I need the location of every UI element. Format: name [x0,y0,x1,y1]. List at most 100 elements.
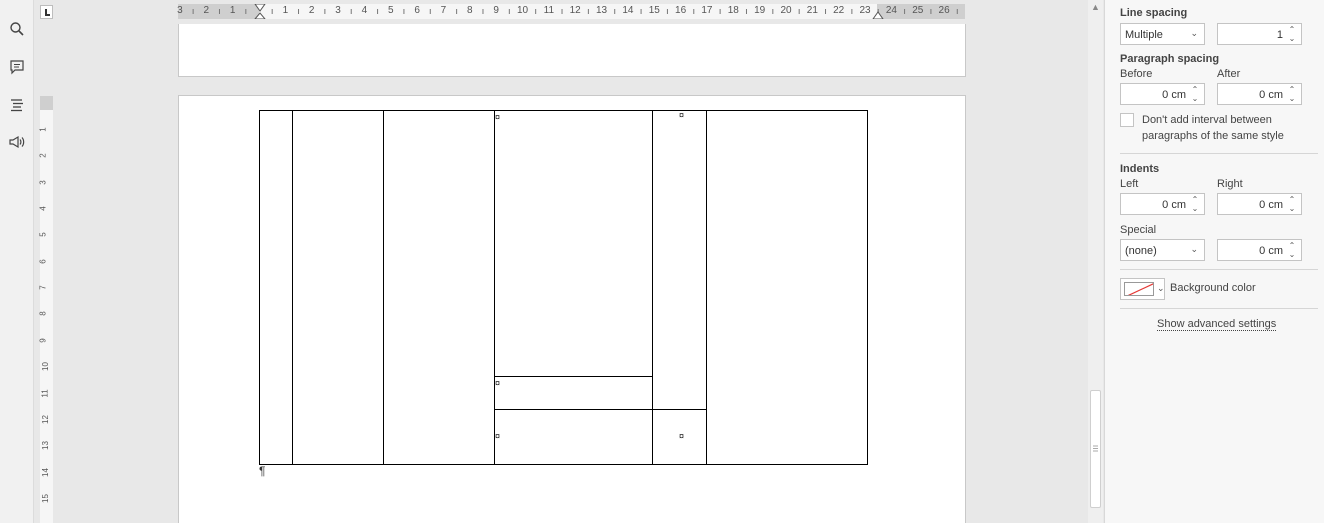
vertical-ruler-label: 5 [38,232,48,238]
table-column-line [292,111,293,464]
spinner-icon[interactable]: ⌃ ⌄ [1287,25,1297,43]
ruler-label: 7 [440,5,447,16]
divider [1120,308,1318,309]
scrollbar-thumb[interactable] [1090,390,1101,508]
ruler-label: 14 [622,5,634,16]
special-indent-value: (none) [1125,245,1157,257]
ruler-label: 2 [308,5,315,16]
line-spacing-value-input[interactable]: 1 ⌃ ⌄ [1217,23,1302,45]
cell-end-marker: ¤ [495,112,501,122]
background-color-label: Background color [1170,282,1256,294]
spinner-icon[interactable]: ⌃ ⌄ [1190,85,1200,103]
first-line-indent-marker[interactable] [254,4,266,19]
ruler-label: 13 [595,5,608,16]
page-previous[interactable] [178,24,966,77]
vertical-ruler-label: 12 [40,414,50,424]
background-color-button[interactable]: ⌄ [1120,278,1165,300]
line-spacing-title: Line spacing [1120,7,1188,19]
comment-icon[interactable] [7,57,27,77]
table-row-line [494,376,652,377]
ruler-label: 1 [282,5,289,16]
divider [1120,153,1318,154]
cell-end-marker: ¤ [679,431,685,441]
scroll-up-arrow-icon[interactable]: ▲ [1091,2,1100,12]
special-indent-amount: 0 cm [1259,245,1283,257]
vertical-ruler-label: 15 [40,493,50,503]
vertical-ruler-label: 4 [38,206,48,211]
spacing-before-value: 0 cm [1162,89,1186,101]
line-spacing-mode-value: Multiple [1125,29,1163,41]
tab-stop-selector[interactable] [40,5,53,19]
paragraph-settings-panel: Line spacing Multiple ⌄ 1 ⌃ ⌄ Paragraph s… [1104,0,1324,523]
ruler-label: 24 [885,5,897,16]
vertical-ruler-label: 7 [38,285,48,290]
ruler-label: 12 [569,5,581,16]
left-toolbar [0,0,34,523]
cell-end-marker: ¤ [495,378,501,388]
ruler-label: 15 [648,5,660,16]
vertical-ruler-label: 9 [38,338,48,343]
ruler-label: 25 [912,5,924,16]
show-advanced-settings-link[interactable]: Show advanced settings [1157,318,1277,331]
vertical-scrollbar[interactable]: ▲ [1088,0,1103,523]
dont-add-interval-label-line1: Don't add interval between [1142,114,1272,126]
vertical-ruler-label: 1 [38,127,48,132]
ruler-label: 23 [859,5,871,16]
ruler-label: 11 [543,5,555,16]
navigation-icon[interactable] [7,95,27,115]
special-label: Special [1120,224,1157,236]
document-editor[interactable]: 3 2 1 1 2 3 4 5 6 7 8 9 10 11 12 13 14 15 16 17 18 19 20 21 22 23… [35,0,1103,523]
vertical-ruler-label: 10 [40,362,50,372]
ruler-label: 22 [833,5,845,16]
ruler-label: 3 [177,5,183,16]
table-row-line [494,409,706,410]
table-column-line [383,111,384,464]
paragraph-spacing-title: Paragraph spacing [1120,53,1220,65]
chevron-down-icon: ⌄ [1157,283,1165,293]
ruler-label: 16 [675,5,687,16]
speaker-icon[interactable] [7,132,27,152]
line-spacing-mode-select[interactable]: Multiple ⌄ [1120,23,1205,45]
line-spacing-value: 1 [1276,29,1283,41]
search-icon[interactable] [7,19,27,39]
dont-add-interval-checkbox[interactable] [1120,113,1134,127]
spinner-icon[interactable]: ⌃ ⌄ [1190,195,1200,213]
ruler-label: 2 [203,5,210,16]
spinner-icon[interactable]: ⌃ ⌄ [1287,241,1297,259]
spinner-icon[interactable]: ⌃ ⌄ [1287,85,1297,103]
spinner-icon[interactable]: ⌃ ⌄ [1287,195,1297,213]
spacing-after-input[interactable]: 0 cm ⌃ ⌄ [1217,83,1302,105]
vertical-ruler[interactable]: 1 2 3 4 5 6 7 8 9 10 11 12 13 14 15 [38,96,53,523]
ruler-label: 8 [467,5,473,16]
spacing-before-input[interactable]: 0 cm ⌃ ⌄ [1120,83,1205,105]
vertical-ruler-label: 13 [40,441,50,451]
ruler-label: 4 [361,5,368,16]
indent-right-input[interactable]: 0 cm ⌃ ⌄ [1217,193,1302,215]
horizontal-ruler[interactable]: 3 2 1 1 2 3 4 5 6 7 8 9 10 11 12 13 14 15 16 17 18 19 20 21 22 23… [177,4,965,19]
spacing-after-value: 0 cm [1259,89,1283,101]
ruler-label: 20 [780,5,792,16]
indent-left-input[interactable]: 0 cm ⌃ ⌄ [1120,193,1205,215]
document-table[interactable]: ¤ ¤ ¤ ¤ ¤ [259,110,868,465]
vertical-ruler-label: 14 [40,467,50,477]
divider [1120,269,1318,270]
cell-end-marker: ¤ [679,110,685,120]
page-current[interactable]: ¤ ¤ ¤ ¤ ¤ ¶ [178,95,966,523]
indent-right-label: Right [1217,178,1243,190]
indent-right-value: 0 cm [1259,199,1283,211]
ruler-label: 6 [414,5,420,16]
ruler-label: 21 [806,5,818,16]
ruler-label: 19 [754,5,766,16]
special-indent-select[interactable]: (none) ⌄ [1120,239,1205,261]
indent-left-value: 0 cm [1162,199,1186,211]
table-column-line [652,111,653,464]
ruler-label: 1 [229,5,236,16]
table-column-line [494,111,495,464]
vertical-ruler-label: 3 [38,179,48,185]
no-color-swatch-icon [1124,282,1154,296]
indents-title: Indents [1120,163,1160,175]
special-indent-amount-input[interactable]: 0 cm ⌃ ⌄ [1217,239,1302,261]
ruler-label: 5 [387,5,394,16]
before-label: Before [1120,68,1153,80]
right-indent-marker[interactable] [872,4,884,19]
